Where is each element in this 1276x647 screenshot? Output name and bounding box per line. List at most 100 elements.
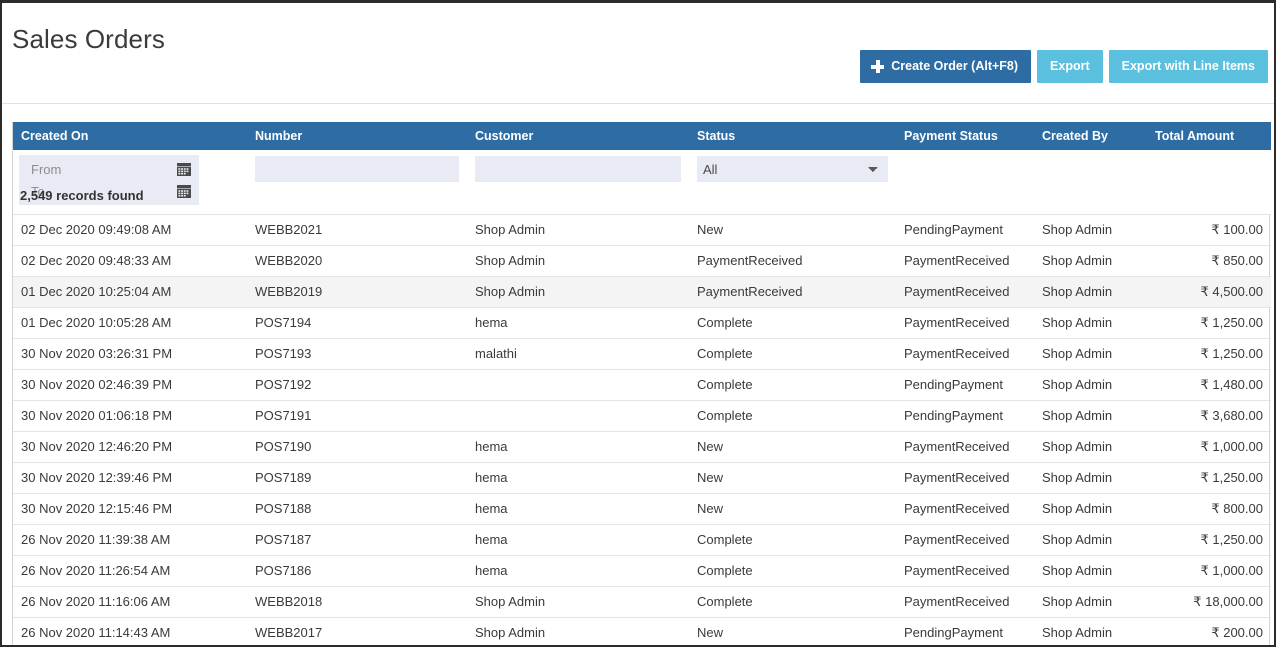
table-row[interactable]: 02 Dec 2020 09:48:33 AM WEBB2020 Shop Admi…	[13, 244, 1271, 276]
cell-total-amount: ₹ 1,250.00	[1147, 461, 1271, 493]
table-row[interactable]: 01 Dec 2020 10:25:04 AM WEBB2019 Shop Admi…	[13, 275, 1271, 307]
column-header-customer[interactable]: Customer	[467, 122, 689, 150]
column-header-created-by[interactable]: Created By	[1034, 122, 1147, 150]
column-header-payment-status[interactable]: Payment Status	[896, 122, 1034, 150]
date-from-input[interactable]: From	[19, 158, 199, 180]
create-order-label: Create Order (Alt+F8)	[891, 59, 1019, 74]
cell-created-by: Shop Admin	[1034, 523, 1147, 555]
export-button[interactable]: Export	[1037, 50, 1103, 83]
cell-created-by: Shop Admin	[1034, 213, 1147, 245]
cell-status: Complete	[689, 337, 896, 369]
cell-customer: Shop Admin	[467, 585, 689, 617]
cell-created-on: 26 Nov 2020 11:16:06 AM	[13, 585, 247, 617]
cell-total-amount: ₹ 200.00	[1147, 616, 1271, 645]
cell-number: POS7193	[247, 337, 467, 369]
customer-filter-input[interactable]	[475, 156, 681, 182]
cell-payment-status: PaymentReceived	[896, 337, 1034, 369]
cell-payment-status: PaymentReceived	[896, 430, 1034, 462]
cell-status: Complete	[689, 523, 896, 555]
column-header-created-on[interactable]: Created On	[13, 122, 247, 150]
cell-number: WEBB2018	[247, 585, 467, 617]
cell-customer: hema	[467, 492, 689, 524]
orders-table: Created On Number Customer Status Paymen…	[13, 122, 1271, 645]
cell-created-by: Shop Admin	[1034, 275, 1147, 307]
cell-payment-status: PaymentReceived	[896, 585, 1034, 617]
table-row[interactable]: 01 Dec 2020 10:05:28 AM POS7194 hema Comple…	[13, 306, 1271, 338]
cell-created-by: Shop Admin	[1034, 244, 1147, 276]
cell-number: WEBB2019	[247, 275, 467, 307]
cell-number: POS7186	[247, 554, 467, 586]
cell-created-by: Shop Admin	[1034, 616, 1147, 645]
cell-number: POS7189	[247, 461, 467, 493]
create-order-button[interactable]: Create Order (Alt+F8)	[860, 50, 1032, 83]
table-row[interactable]: 26 Nov 2020 11:14:43 AM WEBB2017 Shop Admi…	[13, 616, 1271, 645]
cell-payment-status: PaymentReceived	[896, 554, 1034, 586]
table-head: Created On Number Customer Status Paymen…	[13, 122, 1271, 150]
table-row[interactable]: 30 Nov 2020 03:26:31 PM POS7193 malathi Com…	[13, 337, 1271, 369]
filter-cell-created-on: From To 2,549 records found	[13, 150, 247, 214]
cell-total-amount: ₹ 1,250.00	[1147, 337, 1271, 369]
column-header-number[interactable]: Number	[247, 122, 467, 150]
filter-cell-customer	[467, 150, 689, 214]
calendar-icon[interactable]	[177, 184, 191, 198]
cell-payment-status: PendingPayment	[896, 213, 1034, 245]
cell-created-by: Shop Admin	[1034, 461, 1147, 493]
filter-row: From To 2,549 records found All	[13, 150, 1271, 214]
cell-customer: hema	[467, 306, 689, 338]
cell-customer: hema	[467, 523, 689, 555]
column-header-status[interactable]: Status	[689, 122, 896, 150]
cell-number: POS7190	[247, 430, 467, 462]
filter-section: From To 2,549 records found All	[13, 150, 1271, 214]
table-row[interactable]: 30 Nov 2020 01:06:18 PM POS7191 Complete Pe…	[13, 399, 1271, 431]
table-row[interactable]: 26 Nov 2020 11:39:38 AM POS7187 hema Comple…	[13, 523, 1271, 555]
cell-total-amount: ₹ 4,500.00	[1147, 275, 1271, 307]
export-with-line-items-button[interactable]: Export with Line Items	[1108, 50, 1268, 83]
cell-created-on: 26 Nov 2020 11:26:54 AM	[13, 554, 247, 586]
cell-created-by: Shop Admin	[1034, 492, 1147, 524]
cell-total-amount: ₹ 1,250.00	[1147, 306, 1271, 338]
filter-cell-created-by	[1034, 150, 1147, 214]
date-from-placeholder: From	[31, 161, 62, 177]
column-header-total-amount[interactable]: Total Amount	[1147, 122, 1271, 150]
cell-customer: Shop Admin	[467, 616, 689, 645]
table-row[interactable]: 30 Nov 2020 12:15:46 PM POS7188 hema New Pay…	[13, 492, 1271, 524]
table-row[interactable]: 02 Dec 2020 09:49:08 AM WEBB2021 Shop Admi…	[13, 213, 1271, 245]
cell-payment-status: PendingPayment	[896, 616, 1034, 645]
cell-created-on: 30 Nov 2020 03:26:31 PM	[13, 337, 247, 369]
cell-customer: Shop Admin	[467, 275, 689, 307]
cell-status: Complete	[689, 554, 896, 586]
plus-icon	[871, 60, 885, 73]
table-row[interactable]: 30 Nov 2020 12:39:46 PM POS7189 hema New Pay…	[13, 461, 1271, 493]
table-body: 02 Dec 2020 09:49:08 AM WEBB2021 Shop Admi…	[13, 213, 1271, 645]
cell-created-on: 01 Dec 2020 10:25:04 AM	[13, 275, 247, 307]
table-row[interactable]: 26 Nov 2020 11:16:06 AM WEBB2018 Shop Admi…	[13, 585, 1271, 617]
cell-created-on: 02 Dec 2020 09:48:33 AM	[13, 244, 247, 276]
table-row[interactable]: 30 Nov 2020 02:46:39 PM POS7192 Complete Pe…	[13, 368, 1271, 400]
cell-customer: Shop Admin	[467, 213, 689, 245]
calendar-icon[interactable]	[177, 162, 191, 176]
number-filter-input[interactable]	[255, 156, 459, 182]
toolbar-actions: Create Order (Alt+F8) Export Export with…	[860, 50, 1268, 83]
cell-customer: hema	[467, 461, 689, 493]
cell-status: New	[689, 430, 896, 462]
cell-created-on: 30 Nov 2020 02:46:39 PM	[13, 368, 247, 400]
cell-total-amount: ₹ 850.00	[1147, 244, 1271, 276]
cell-total-amount: ₹ 1,250.00	[1147, 523, 1271, 555]
filter-cell-number	[247, 150, 467, 214]
cell-payment-status: PaymentReceived	[896, 523, 1034, 555]
cell-total-amount: ₹ 18,000.00	[1147, 585, 1271, 617]
cell-payment-status: PendingPayment	[896, 368, 1034, 400]
filter-cell-total-amount	[1147, 150, 1271, 214]
cell-payment-status: PaymentReceived	[896, 244, 1034, 276]
cell-customer: malathi	[467, 337, 689, 369]
cell-number: POS7192	[247, 368, 467, 400]
status-filter-select[interactable]: All	[697, 156, 888, 182]
cell-created-by: Shop Admin	[1034, 585, 1147, 617]
table-row[interactable]: 26 Nov 2020 11:26:54 AM POS7186 hema Comple…	[13, 554, 1271, 586]
cell-created-on: 02 Dec 2020 09:49:08 AM	[13, 213, 247, 245]
cell-created-on: 30 Nov 2020 01:06:18 PM	[13, 399, 247, 431]
cell-payment-status: PaymentReceived	[896, 492, 1034, 524]
table-row[interactable]: 30 Nov 2020 12:46:20 PM POS7190 hema New Pay…	[13, 430, 1271, 462]
cell-total-amount: ₹ 1,480.00	[1147, 368, 1271, 400]
cell-number: POS7187	[247, 523, 467, 555]
